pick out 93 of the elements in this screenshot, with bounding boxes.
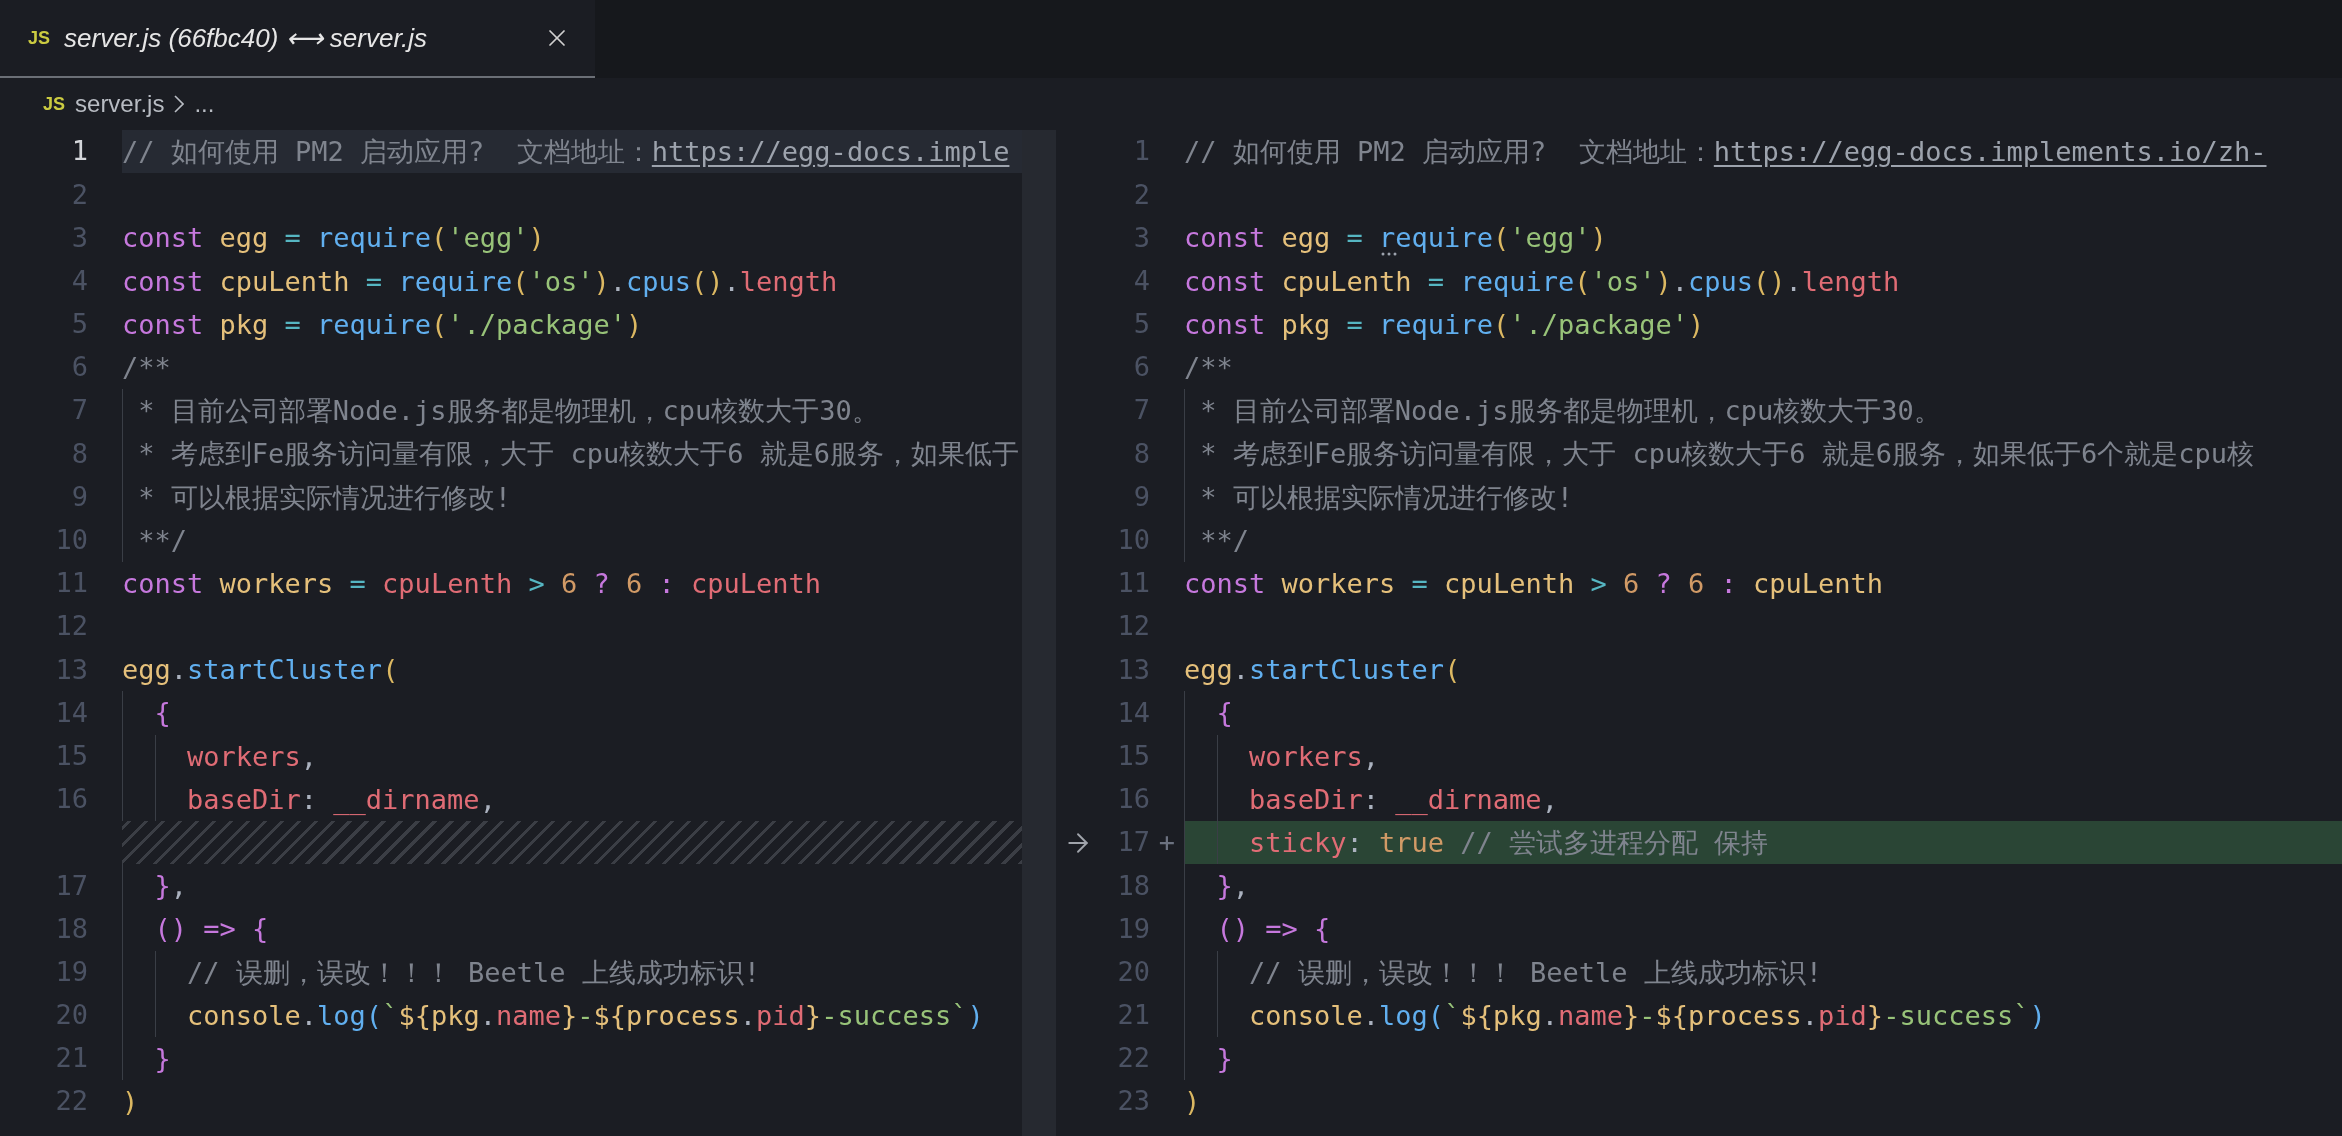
line-number: 2 (1133, 178, 1150, 210)
line-number: 9 (71, 480, 88, 512)
code-line: **/ (1184, 518, 1250, 562)
code-line: } (1184, 1036, 1233, 1081)
line-number: 10 (1117, 524, 1150, 556)
code-line: const cpuLenth = require('os').cpus().length (122, 264, 838, 299)
line-number: 11 (55, 567, 88, 599)
line-number: 15 (1117, 739, 1150, 771)
line-number: 7 (71, 394, 88, 426)
chevron-right-icon (174, 95, 185, 113)
line-number: 14 (1117, 696, 1150, 728)
code-line: console.log(`${pkg.name}-${process.pid}-success`) (1184, 993, 2046, 1037)
code-line: () => { (122, 907, 269, 951)
code-line: { (122, 691, 171, 735)
code-line: * 考虑到Fe服务访问量有限，大于 cpu核数大于6 就是6服务，如果低于 (122, 432, 1020, 476)
code-line: // 如何使用 PM2 启动应用? 文档地址：https://egg-docs.imple (122, 135, 1010, 169)
line-number: 4 (1133, 264, 1150, 296)
tab-title: server.js (66fbc40) ⟷ server.js (64, 21, 428, 55)
line-number: 5 (71, 308, 88, 340)
line-number: 18 (55, 912, 88, 944)
line-number: 1 (71, 135, 88, 167)
line-number: 22 (55, 1085, 88, 1117)
line-number: 5 (1133, 308, 1150, 340)
line-number: 11 (1117, 567, 1150, 599)
js-file-icon: JS (43, 90, 66, 118)
code-line: const cpuLenth = require('os').cpus().length (1184, 264, 1900, 299)
code-line: const pkg = require('./package') (122, 307, 643, 342)
code-line: **/ (122, 518, 188, 562)
line-number: 3 (1133, 221, 1150, 253)
line-number: 7 (1133, 394, 1150, 426)
editor-tab[interactable]: JS server.js (66fbc40) ⟷ server.js (0, 0, 595, 78)
code-line: const workers = cpuLenth > 6 ? 6 : cpuLenth (1184, 566, 1884, 601)
line-number: 22 (1117, 1042, 1150, 1074)
code-line: const egg = require('egg') (1184, 216, 1607, 260)
line-number: 9 (1133, 480, 1150, 512)
code-line: } (122, 1036, 171, 1081)
line-number: 13 (1117, 653, 1150, 685)
line-number: 10 (55, 524, 88, 556)
code-line: baseDir: __dirname, (122, 777, 496, 821)
code-line: * 可以根据实际情况进行修改! (1184, 475, 1574, 519)
breadcrumb-item[interactable]: server.js (75, 86, 165, 122)
line-number: 19 (55, 955, 88, 987)
code-line: const pkg = require('./package') (1184, 307, 1705, 342)
line-number: 19 (1117, 912, 1150, 944)
line-number: 3 (71, 221, 88, 253)
line-number: 12 (55, 610, 88, 642)
line-number: 6 (71, 351, 88, 383)
code-line: const workers = cpuLenth > 6 ? 6 : cpuLenth (122, 566, 822, 601)
code-line: ) (1184, 1085, 1201, 1120)
code-line: const egg = require('egg') (122, 221, 545, 256)
line-number: 16 (55, 783, 88, 815)
code-line: * 目前公司部署Node.js服务都是物理机，cpu核数大于30。 (122, 389, 879, 433)
js-file-icon: JS (28, 24, 51, 52)
code-line: * 可以根据实际情况进行修改! (122, 475, 512, 519)
code-line: // 误删，误改！！！ Beetle 上线成功标识! (1184, 950, 1823, 994)
line-number: 12 (1117, 610, 1150, 642)
line-number: 4 (71, 264, 88, 296)
line-number: 20 (55, 999, 88, 1031)
line-number: 17 (1117, 826, 1150, 858)
line-number: 6 (1133, 351, 1150, 383)
code-line: egg.startCluster( (122, 653, 399, 688)
line-number: 15 (55, 739, 88, 771)
line-number: 20 (1117, 955, 1150, 987)
line-number: 14 (55, 696, 88, 728)
added-marker: + (1158, 825, 1176, 860)
line-number: 17 (55, 869, 88, 901)
code-line: /** (122, 350, 171, 385)
code-line: * 考虑到Fe服务访问量有限，大于 cpu核数大于6 就是6服务，如果低于6个就是cpu核 (1184, 432, 2255, 476)
code-line: console.log(`${pkg.name}-${process.pid}-success`) (122, 993, 984, 1037)
line-number: 8 (71, 437, 88, 469)
line-number: 2 (71, 178, 88, 210)
line-number: 21 (55, 1042, 88, 1074)
line-number: 1 (1133, 135, 1150, 167)
code-line: workers, (1184, 734, 1380, 778)
code-line: * 目前公司部署Node.js服务都是物理机，cpu核数大于30。 (1184, 389, 1941, 433)
code-line: ) (122, 1085, 139, 1120)
line-number: 8 (1133, 437, 1150, 469)
code-line: egg.startCluster( (1184, 653, 1461, 688)
code-line: // 如何使用 PM2 启动应用? 文档地址：https://egg-docs.implements.io/zh- (1184, 135, 2267, 169)
line-number: 23 (1117, 1085, 1150, 1117)
line-number: 21 (1117, 999, 1150, 1031)
code-line: // 误删，误改！！！ Beetle 上线成功标识! (122, 950, 761, 994)
code-line: }, (1184, 864, 1250, 908)
breadcrumb-item[interactable]: ... (194, 86, 215, 122)
code-line: { (1184, 691, 1233, 735)
line-number: 13 (55, 653, 88, 685)
code-line: }, (122, 864, 188, 908)
code-line: sticky: true // 尝试多进程分配 保持 (1184, 821, 1769, 865)
code-line: /** (1184, 350, 1233, 385)
code-line: workers, (122, 734, 318, 778)
code-line: () => { (1184, 907, 1331, 951)
line-number: 16 (1117, 783, 1150, 815)
line-number: 18 (1117, 869, 1150, 901)
